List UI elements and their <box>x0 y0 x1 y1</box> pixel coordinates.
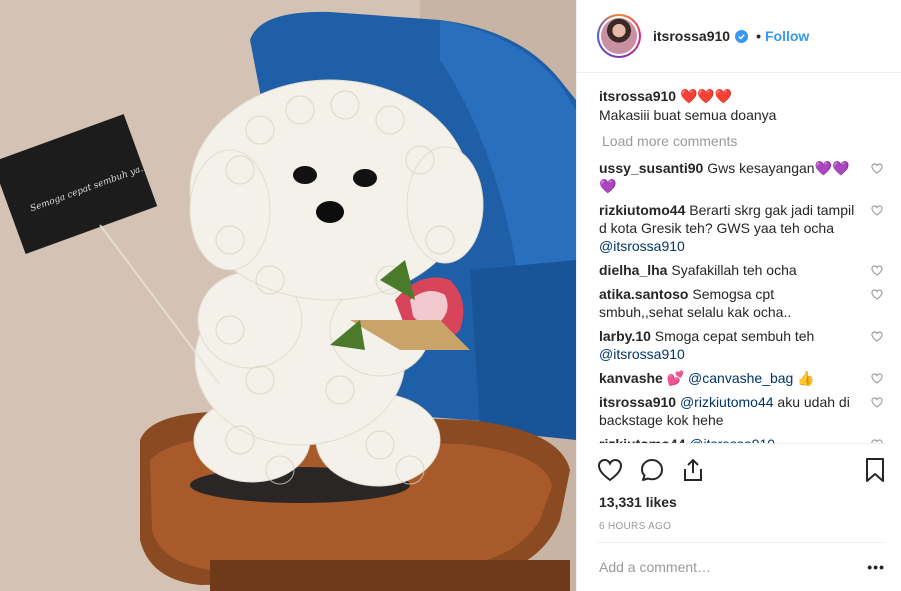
avatar[interactable] <box>601 18 637 54</box>
comment-username[interactable]: itsrossa910 <box>599 394 676 410</box>
post-header: itsrossa910 • Follow <box>577 0 901 73</box>
comment-username[interactable]: larby.10 <box>599 328 651 344</box>
comment-mention[interactable]: @itsrossa910 <box>599 238 685 254</box>
comment-row: dielha_lha Syafakillah teh ocha <box>599 261 885 279</box>
avatar-story-ring[interactable] <box>597 14 641 58</box>
action-bar <box>597 443 885 495</box>
add-comment-input[interactable]: Add a comment… <box>597 559 867 575</box>
comment-row: itsrossa910 @rizkiutomo44 aku udah di ba… <box>599 393 885 429</box>
like-count[interactable]: 13,331 likes <box>599 494 677 510</box>
comment-text: atika.santoso Semogsa cpt smbuh,,sehat s… <box>599 285 871 321</box>
caption-emoji: ❤️❤️❤️ <box>679 88 733 104</box>
follow-button[interactable]: Follow <box>765 28 809 44</box>
comment-text: rizkiutomo44 Berarti skrg gak jadi tampi… <box>599 201 871 255</box>
comment-body: 💕 <box>666 370 689 386</box>
add-comment-bar: Add a comment… ••• <box>597 542 885 591</box>
comment-text: kanvashe 💕 @canvashe_bag 👍 <box>599 369 871 387</box>
like-comment-icon[interactable] <box>871 287 885 303</box>
share-icon[interactable] <box>681 457 705 483</box>
like-comment-icon[interactable] <box>871 263 885 279</box>
post-side-panel: itsrossa910 • Follow itsrossa910 ❤️❤️❤️ … <box>576 0 901 591</box>
verified-badge-icon <box>735 29 749 43</box>
comment-body: Syafakillah teh ocha <box>671 262 797 278</box>
caption-username[interactable]: itsrossa910 <box>599 88 676 104</box>
comment-text: larby.10 Smoga cepat sembuh teh @itsross… <box>599 327 871 363</box>
bookmark-icon[interactable] <box>865 457 885 483</box>
like-comment-icon[interactable] <box>871 395 885 411</box>
comment-text: rizkiutomo44 @itsrossa910 <box>599 435 871 443</box>
comment-icon[interactable] <box>639 457 665 483</box>
comments-list[interactable]: itsrossa910 ❤️❤️❤️ Makasiii buat semua d… <box>577 73 901 443</box>
comment-username[interactable]: rizkiutomo44 <box>599 202 685 218</box>
comment-mention[interactable]: @canvashe_bag <box>688 370 793 386</box>
comment-row: ussy_susanti90 Gws kesayangan💜💜💜 <box>599 159 885 195</box>
comment-text: ussy_susanti90 Gws kesayangan💜💜💜 <box>599 159 871 195</box>
comment-username[interactable]: atika.santoso <box>599 286 688 302</box>
comment-username[interactable]: dielha_lha <box>599 262 667 278</box>
comment-text: itsrossa910 @rizkiutomo44 aku udah di ba… <box>599 393 871 429</box>
comment-username[interactable]: kanvashe <box>599 370 663 386</box>
comment-mention[interactable]: @itsrossa910 <box>599 346 685 362</box>
post-photo[interactable]: Semoga cepat sembuh ya.. <box>0 0 576 591</box>
comment-username[interactable]: ussy_susanti90 <box>599 160 703 176</box>
like-comment-icon[interactable] <box>871 329 885 345</box>
post-timestamp[interactable]: 6 HOURS AGO <box>599 521 671 532</box>
comment-row: larby.10 Smoga cepat sembuh teh @itsross… <box>599 327 885 363</box>
header-username[interactable]: itsrossa910 <box>653 28 730 44</box>
flower-dog-illustration: Semoga cepat sembuh ya.. <box>0 0 576 591</box>
comment-mention[interactable]: @itsrossa910 <box>689 436 775 443</box>
comment-row: atika.santoso Semogsa cpt smbuh,,sehat s… <box>599 285 885 321</box>
caption: itsrossa910 ❤️❤️❤️ Makasiii buat semua d… <box>599 87 885 125</box>
like-comment-icon[interactable] <box>871 161 885 177</box>
heart-icon[interactable] <box>597 458 623 482</box>
more-options-button[interactable]: ••• <box>867 559 885 575</box>
comment-username[interactable]: rizkiutomo44 <box>599 436 685 443</box>
comment-text: dielha_lha Syafakillah teh ocha <box>599 261 871 279</box>
load-more-comments-link[interactable]: Load more comments <box>602 133 885 149</box>
comment-mention[interactable]: @rizkiutomo44 <box>680 394 774 410</box>
comment-row: rizkiutomo44 Berarti skrg gak jadi tampi… <box>599 201 885 255</box>
header-separator: • <box>756 28 761 44</box>
caption-text: Makasiii buat semua doanya <box>599 107 777 123</box>
comment-body-tail: 👍 <box>793 370 815 386</box>
comment-body: Smoga cepat sembuh teh <box>654 328 815 344</box>
like-comment-icon[interactable] <box>871 203 885 219</box>
like-comment-icon[interactable] <box>871 371 885 387</box>
comment-row: kanvashe 💕 @canvashe_bag 👍 <box>599 369 885 387</box>
comment-row: rizkiutomo44 @itsrossa910 <box>599 435 885 443</box>
